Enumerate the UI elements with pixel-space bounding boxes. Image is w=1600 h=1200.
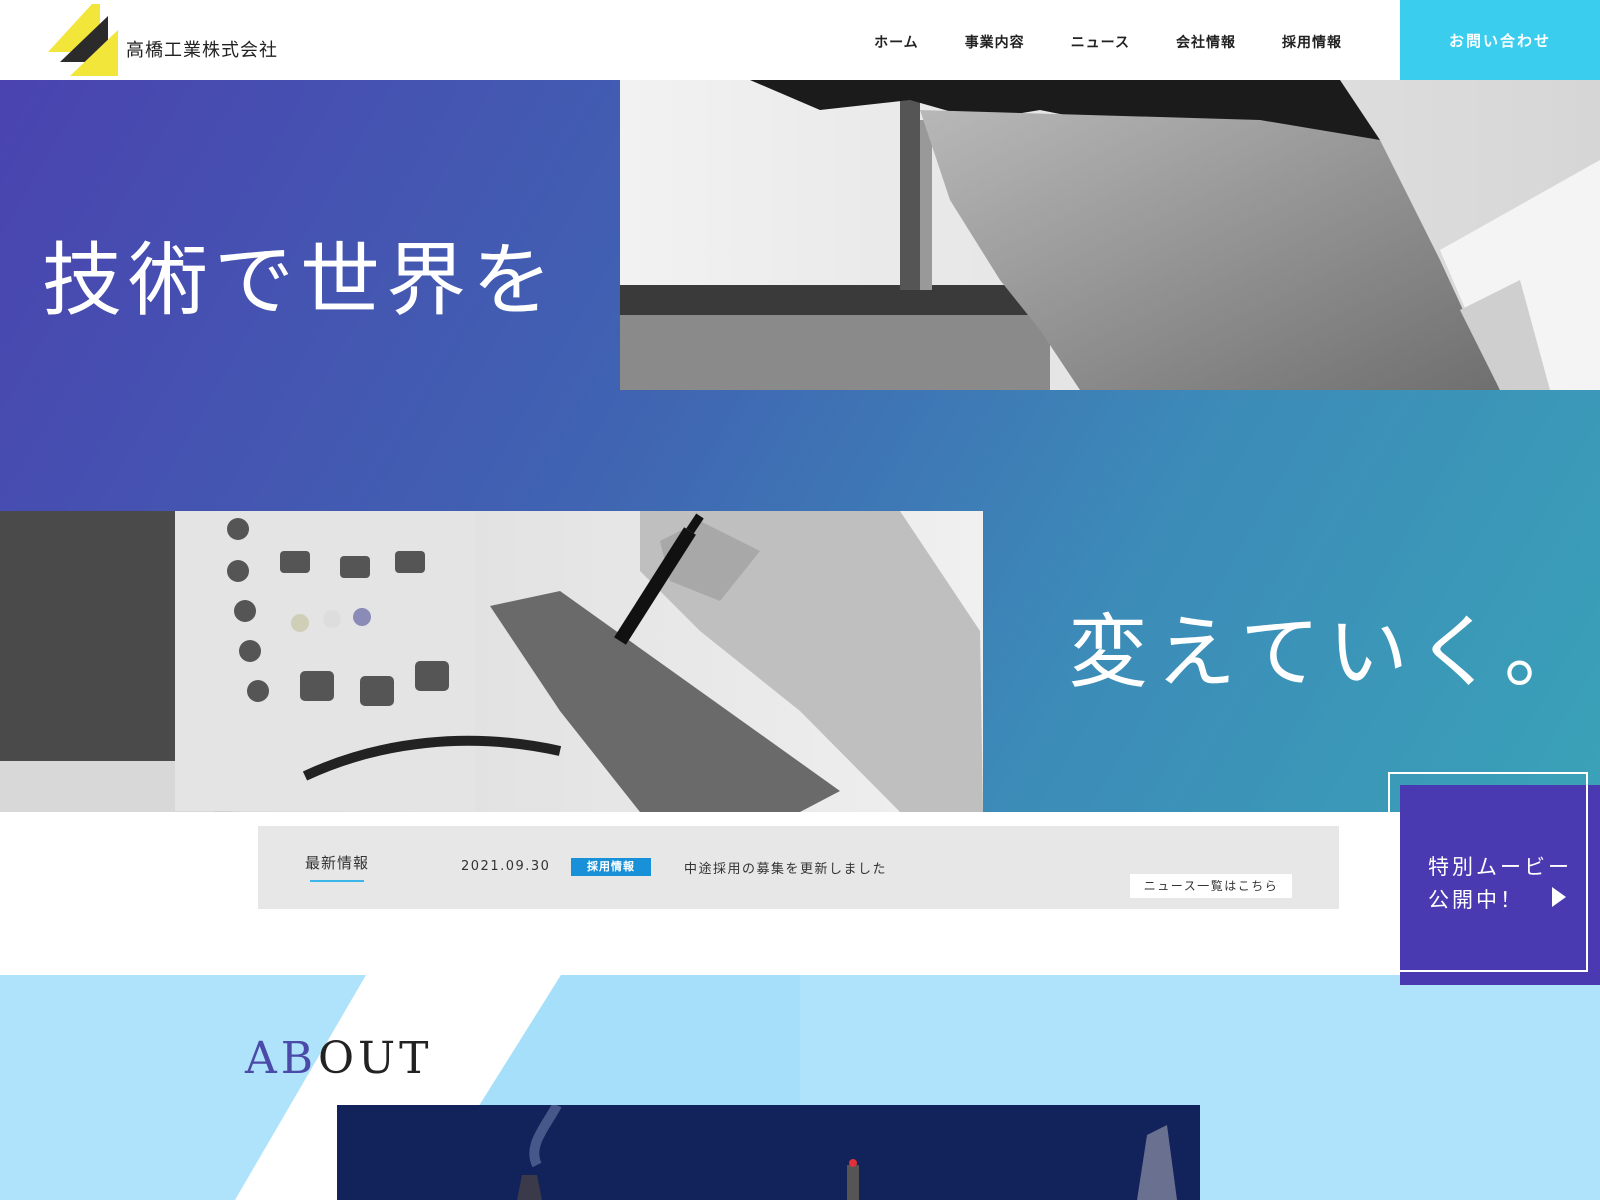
news-headline-link[interactable]: 中途採用の募集を更新しました [684,858,887,877]
nav-item-news[interactable]: ニュース [1071,32,1130,52]
nav-item-recruit[interactable]: 採用情報 [1282,32,1342,52]
about-title-rest: OUT [317,1033,433,1084]
about-photo-factory-night [337,1105,1200,1200]
hero-title-line1: 技術で世界を [42,234,558,327]
hero-title-line2: 変えていく。 [1068,606,1592,699]
main-nav: ホーム 事業内容 ニュース 会社情報 採用情報 [828,32,1342,52]
news-category-badge: 採用情報 [571,858,651,876]
nav-item-company[interactable]: 会社情報 [1176,32,1236,52]
movie-frame [1388,772,1588,972]
news-label: 最新情報 [305,854,370,872]
news-list-button[interactable]: ニュース一覧はこちら [1130,874,1292,898]
nav-item-home[interactable]: ホーム [874,32,919,52]
news-date: 2021.09.30 [461,859,551,874]
about-section: ABOUT [0,975,1600,1200]
hero-photo-engineer [620,80,1600,390]
hero-photo-soldering [0,511,983,812]
site-header: 高橋工業株式会社 ホーム 事業内容 ニュース 会社情報 採用情報 お問い合わせ [0,0,1600,80]
about-title-accent: AB [245,1033,318,1084]
company-name[interactable]: 高橋工業株式会社 [126,36,278,62]
about-title: ABOUT [245,1033,432,1084]
news-bar: 最新情報 2021.09.30 採用情報 中途採用の募集を更新しました ニュース… [258,826,1339,909]
company-logo-icon[interactable] [48,2,126,76]
contact-button[interactable]: お問い合わせ [1400,0,1600,80]
news-label-underline [310,880,364,882]
nav-item-business[interactable]: 事業内容 [965,32,1025,52]
hero-section: 技術で世界を 変えていく。 [0,80,1600,812]
